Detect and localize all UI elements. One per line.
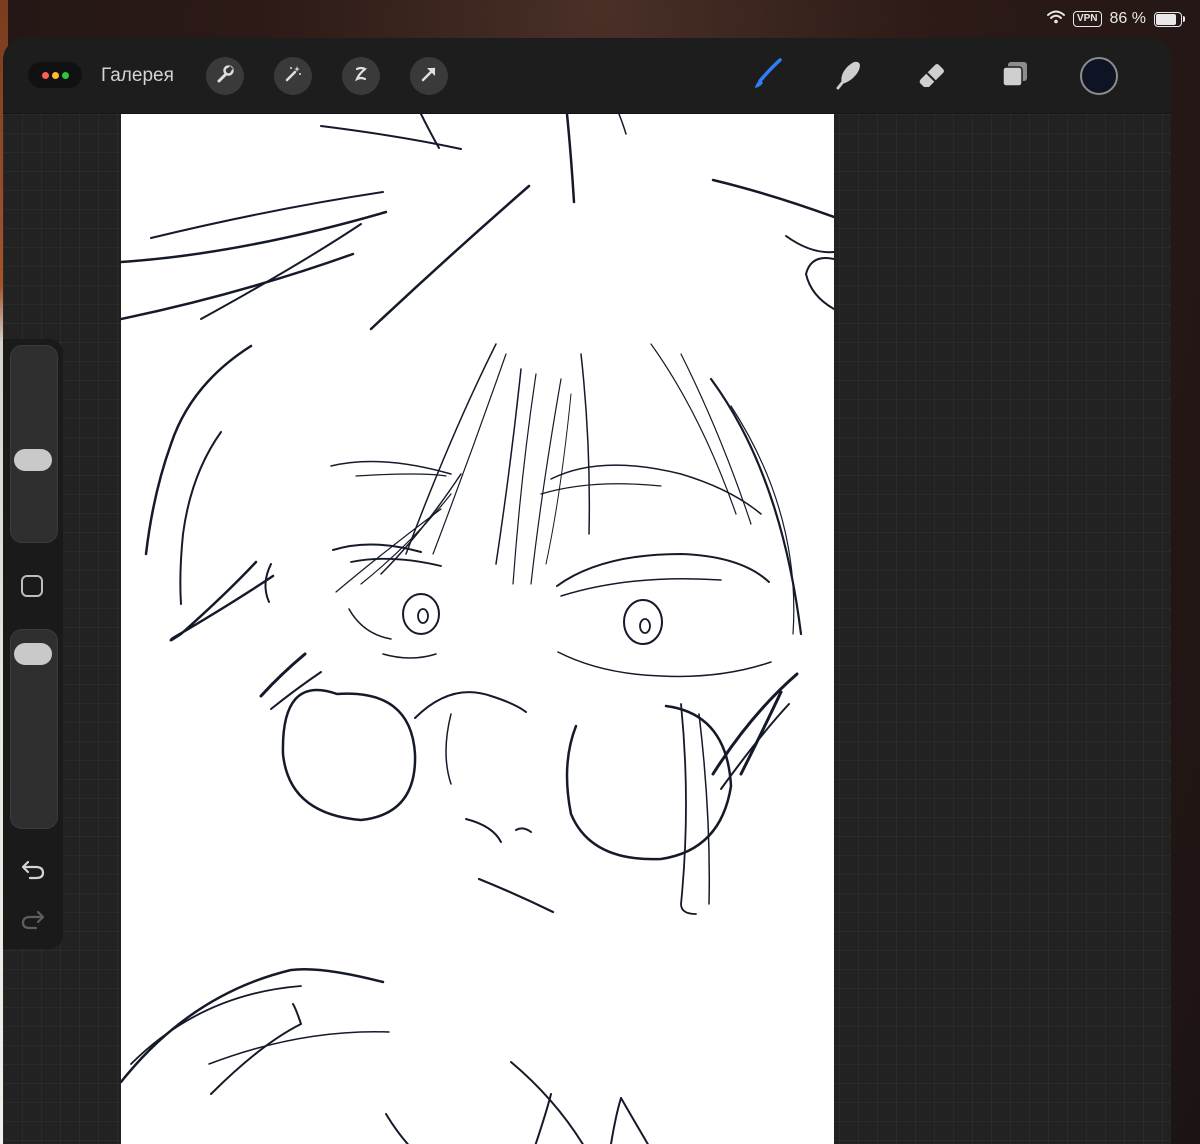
layers-icon bbox=[998, 57, 1032, 96]
drawing-canvas[interactable] bbox=[121, 114, 834, 1144]
undo-button[interactable] bbox=[19, 859, 47, 883]
minimize-dot[interactable] bbox=[51, 71, 59, 79]
redo-icon bbox=[20, 908, 46, 935]
transform-arrow-icon bbox=[419, 64, 439, 89]
procreate-window: Галерея bbox=[3, 38, 1171, 1144]
color-picker-button[interactable] bbox=[1080, 57, 1118, 95]
brush-size-slider[interactable] bbox=[10, 345, 58, 543]
brush-tool-button[interactable] bbox=[749, 57, 785, 96]
gallery-button[interactable]: Галерея bbox=[101, 64, 174, 88]
window-controls[interactable] bbox=[28, 62, 82, 88]
battery-percent: 86 % bbox=[1109, 10, 1146, 27]
selection-icon bbox=[351, 64, 371, 89]
left-sidebar bbox=[3, 339, 63, 949]
redo-button[interactable] bbox=[19, 909, 47, 933]
brush-icon bbox=[750, 57, 784, 96]
smudge-tool-button[interactable] bbox=[831, 58, 867, 94]
layers-button[interactable] bbox=[997, 58, 1033, 94]
actions-button[interactable] bbox=[206, 57, 244, 95]
top-toolbar: Галерея bbox=[3, 38, 1171, 114]
fullscreen-dot[interactable] bbox=[61, 71, 69, 79]
opacity-thumb[interactable] bbox=[14, 643, 52, 666]
transform-button[interactable] bbox=[410, 57, 448, 95]
close-dot[interactable] bbox=[41, 71, 49, 79]
wrench-icon bbox=[215, 64, 235, 89]
modify-button[interactable] bbox=[21, 575, 43, 597]
battery-fill bbox=[1156, 13, 1176, 25]
opacity-slider[interactable] bbox=[10, 629, 58, 829]
eraser-icon bbox=[915, 57, 949, 96]
battery-icon bbox=[1154, 11, 1185, 27]
vpn-badge: VPN bbox=[1072, 11, 1102, 27]
sketch-artwork bbox=[121, 114, 834, 1144]
adjustments-button[interactable] bbox=[274, 57, 312, 95]
status-bar: VPN 86 % bbox=[1046, 6, 1185, 32]
brush-size-thumb[interactable] bbox=[14, 449, 52, 472]
magic-wand-icon bbox=[283, 64, 303, 89]
undo-icon bbox=[20, 858, 46, 885]
selection-button[interactable] bbox=[342, 57, 380, 95]
eraser-tool-button[interactable] bbox=[914, 58, 950, 94]
smudge-icon bbox=[832, 57, 866, 96]
wifi-icon bbox=[1046, 10, 1065, 29]
